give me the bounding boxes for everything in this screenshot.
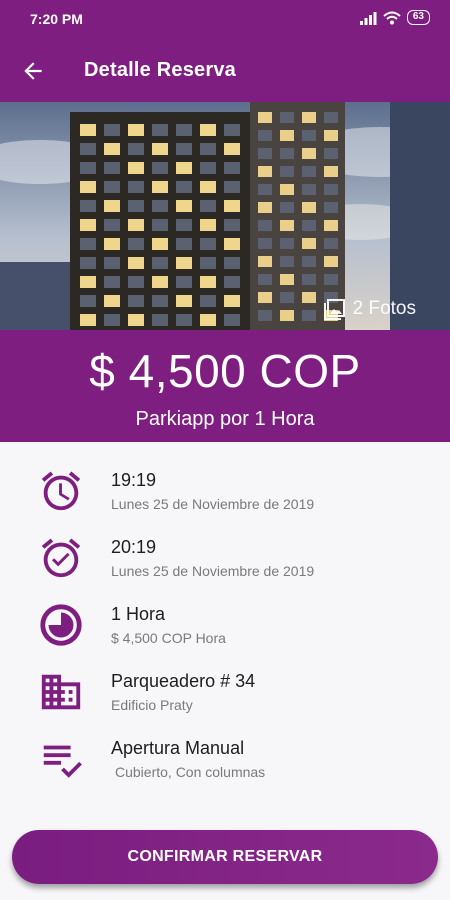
wifi-icon bbox=[383, 11, 401, 24]
reservation-details: 19:19 Lunes 25 de Noviembre de 2019 20:1… bbox=[0, 442, 450, 822]
photos-count: 2 Fotos bbox=[352, 298, 416, 319]
page-title: Detalle Reserva bbox=[84, 59, 236, 81]
detail-primary: 20:19 bbox=[111, 537, 157, 557]
image-gallery-icon bbox=[323, 299, 345, 320]
detail-row-end-time: 20:19 Lunes 25 de Noviembre de 2019 bbox=[0, 533, 450, 593]
detail-row-access: Apertura Manual Cubierto, Con columnas bbox=[0, 734, 450, 794]
detail-row-parking: Parqueadero # 34 Edificio Praty bbox=[0, 667, 450, 727]
arrow-left-icon[interactable] bbox=[20, 58, 46, 84]
detail-row-duration: 1 Hora $ 4,500 COP Hora bbox=[0, 600, 450, 660]
detail-primary: 1 Hora bbox=[111, 604, 166, 624]
checklist-icon bbox=[43, 745, 82, 778]
price-value: $ 4,500 COP bbox=[89, 345, 361, 397]
detail-primary: Apertura Manual bbox=[111, 738, 245, 758]
alarm-check-icon bbox=[41, 538, 81, 578]
price-subtitle: Parkiapp por 1 Hora bbox=[135, 408, 315, 430]
status-icons: 63 bbox=[359, 10, 430, 25]
confirm-reservation-button[interactable]: CONFIRMAR RESERVAR bbox=[12, 830, 438, 884]
alarm-clock-icon bbox=[41, 471, 81, 511]
status-bar: 7:20 PM 63 bbox=[0, 0, 450, 38]
detail-secondary: Lunes 25 de Noviembre de 2019 bbox=[111, 563, 315, 579]
detail-secondary: Cubierto, Con columnas bbox=[115, 764, 266, 780]
signal-icon bbox=[359, 11, 377, 25]
detail-secondary: $ 4,500 COP Hora bbox=[111, 630, 226, 646]
status-time: 7:20 PM bbox=[30, 11, 83, 27]
detail-row-start-time: 19:19 Lunes 25 de Noviembre de 2019 bbox=[0, 466, 450, 526]
clock-pie-icon bbox=[40, 604, 82, 646]
battery-indicator: 63 bbox=[406, 10, 430, 25]
building-icon bbox=[41, 674, 81, 710]
detail-secondary: Edificio Praty bbox=[111, 697, 193, 713]
detail-primary: 19:19 bbox=[111, 470, 157, 490]
detail-secondary: Lunes 25 de Noviembre de 2019 bbox=[111, 496, 315, 512]
photos-badge[interactable]: 2 Fotos bbox=[323, 297, 416, 321]
app-bar: Detalle Reserva bbox=[0, 38, 450, 102]
price-summary: $ 4,500 COP Parkiapp por 1 Hora bbox=[0, 330, 450, 442]
building-photo bbox=[0, 102, 450, 330]
hero-image[interactable]: 2 Fotos bbox=[0, 102, 450, 330]
detail-primary: Parqueadero # 34 bbox=[111, 671, 256, 691]
